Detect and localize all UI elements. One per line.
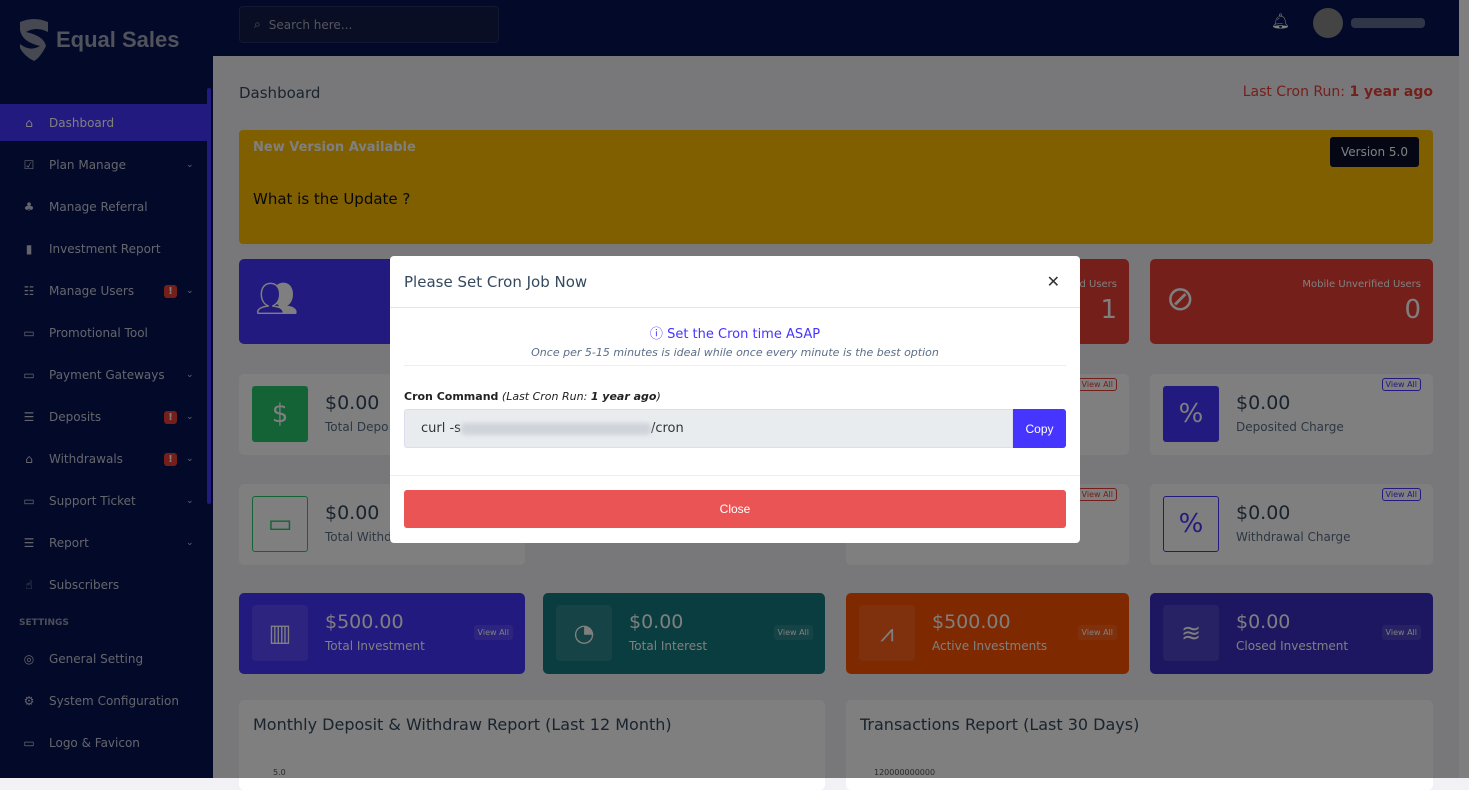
command-text: curl -s <box>421 421 461 436</box>
info-icon: ⓘ <box>649 327 663 342</box>
note-prefix: (Last Cron Run: <box>501 390 588 403</box>
copy-button[interactable]: Copy <box>1013 409 1066 448</box>
info-text: Set the Cron time ASAP <box>667 327 821 342</box>
modal-title: Please Set Cron Job Now <box>390 256 1080 308</box>
cron-hint: Once per 5-15 minutes is ideal while onc… <box>531 346 939 359</box>
label-text: Cron Command <box>404 390 499 403</box>
note-value: 1 year ago <box>590 390 657 403</box>
modal-footer-divider <box>390 475 1080 476</box>
page-scrollbar[interactable] <box>1459 0 1469 778</box>
close-icon[interactable]: ✕ <box>1047 272 1060 291</box>
command-tail: /cron <box>650 421 684 436</box>
cron-command-input[interactable]: curl -s/cron <box>404 409 1013 448</box>
divider <box>404 365 1066 366</box>
note-suffix: ) <box>656 390 661 403</box>
redacted-url <box>460 422 651 435</box>
cron-command-label: Cron Command (Last Cron Run: 1 year ago) <box>404 390 1080 403</box>
close-button[interactable]: Close <box>404 490 1066 528</box>
cron-modal: Please Set Cron Job Now ✕ ⓘ Set the Cron… <box>390 256 1080 543</box>
cron-info: ⓘ Set the Cron time ASAP <box>390 323 1080 342</box>
